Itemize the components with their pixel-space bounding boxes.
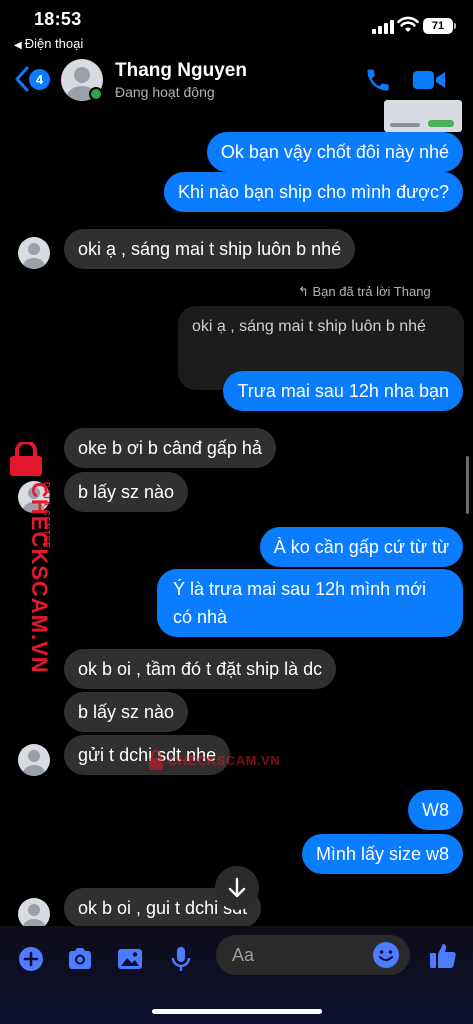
contact-active-status: Đang hoạt động bbox=[115, 84, 215, 100]
message-sent[interactable]: Khi nào bạn ship cho mình được? bbox=[163, 172, 463, 212]
chat-header: 4 Thang Nguyen Đang hoạt động bbox=[0, 54, 473, 106]
reply-context-label: ↰ Bạn đã trả lời Thang bbox=[298, 284, 431, 300]
default-avatar-icon bbox=[23, 750, 45, 776]
back-to-app-link[interactable]: ◀ Điện thoại bbox=[14, 36, 83, 51]
message-received[interactable]: b lấy sz nào bbox=[64, 692, 189, 732]
unread-count-badge: 4 bbox=[29, 69, 50, 90]
message-received[interactable]: ok b oi , tầm đó t đặt ship là dc bbox=[64, 649, 337, 689]
message-sent[interactable]: Trưa mai sau 12h nha bạn bbox=[223, 371, 463, 411]
message-composer bbox=[0, 926, 473, 1024]
message-sent[interactable]: Mình lấy size w8 bbox=[301, 834, 463, 874]
battery-indicator: 71 bbox=[423, 18, 456, 34]
watermark-subtitle: DATA CENTER bbox=[42, 482, 51, 549]
sender-avatar[interactable] bbox=[18, 744, 50, 776]
microphone-icon[interactable] bbox=[166, 944, 196, 974]
clock: 18:53 bbox=[34, 9, 82, 29]
message-received[interactable]: b lấy sz nào bbox=[64, 472, 189, 512]
phone-call-icon[interactable] bbox=[364, 66, 392, 94]
thumbs-up-icon[interactable] bbox=[427, 940, 459, 972]
watermark-center-text: CHECKSCAM.VN bbox=[168, 752, 281, 768]
scroll-to-bottom-button[interactable] bbox=[215, 866, 259, 910]
sender-avatar[interactable] bbox=[18, 237, 50, 269]
camera-icon[interactable] bbox=[65, 944, 95, 974]
wifi-icon bbox=[397, 16, 419, 32]
plus-icon[interactable] bbox=[16, 944, 46, 974]
message-sent[interactable]: W8 bbox=[408, 790, 463, 830]
watermark-center: CHECKSCAM.VN bbox=[148, 747, 280, 773]
attachment-thumbnail[interactable] bbox=[384, 100, 462, 132]
message-sent[interactable]: Ok bạn vậy chốt đôi này nhé bbox=[206, 132, 463, 172]
emoji-icon[interactable] bbox=[372, 941, 400, 969]
video-call-icon[interactable] bbox=[412, 68, 446, 92]
message-received[interactable]: oke b ơi b cânđ gấp hả bbox=[64, 428, 276, 468]
default-avatar-icon bbox=[23, 243, 45, 269]
reply-context-text: Bạn đã trả lời Thang bbox=[312, 284, 431, 299]
watermark-vertical: CHECKSCAM.VN DATA CENTER bbox=[6, 442, 52, 674]
back-app-label: Điện thoại bbox=[24, 36, 84, 51]
message-sent[interactable]: Ý là trưa mai sau 12h mình mới có nhà bbox=[157, 569, 463, 637]
home-indicator bbox=[152, 1009, 322, 1014]
status-bar: 18:53 ◀ Điện thoại 71 bbox=[0, 0, 473, 54]
online-indicator bbox=[89, 87, 103, 101]
message-received[interactable]: oki ạ , sáng mai t ship luôn b nhé bbox=[64, 229, 356, 269]
reply-arrow-icon: ↰ bbox=[298, 284, 313, 299]
lock-logo-icon bbox=[10, 442, 42, 476]
contact-name[interactable]: Thang Nguyen bbox=[115, 60, 247, 82]
message-sent[interactable]: À ko cần gấp cứ từ từ bbox=[259, 527, 463, 567]
cellular-signal-icon bbox=[372, 20, 394, 34]
photo-gallery-icon[interactable] bbox=[115, 944, 145, 974]
scrollbar[interactable] bbox=[466, 456, 469, 514]
back-triangle-icon: ◀ bbox=[14, 40, 22, 51]
lock-logo-icon bbox=[149, 750, 163, 770]
